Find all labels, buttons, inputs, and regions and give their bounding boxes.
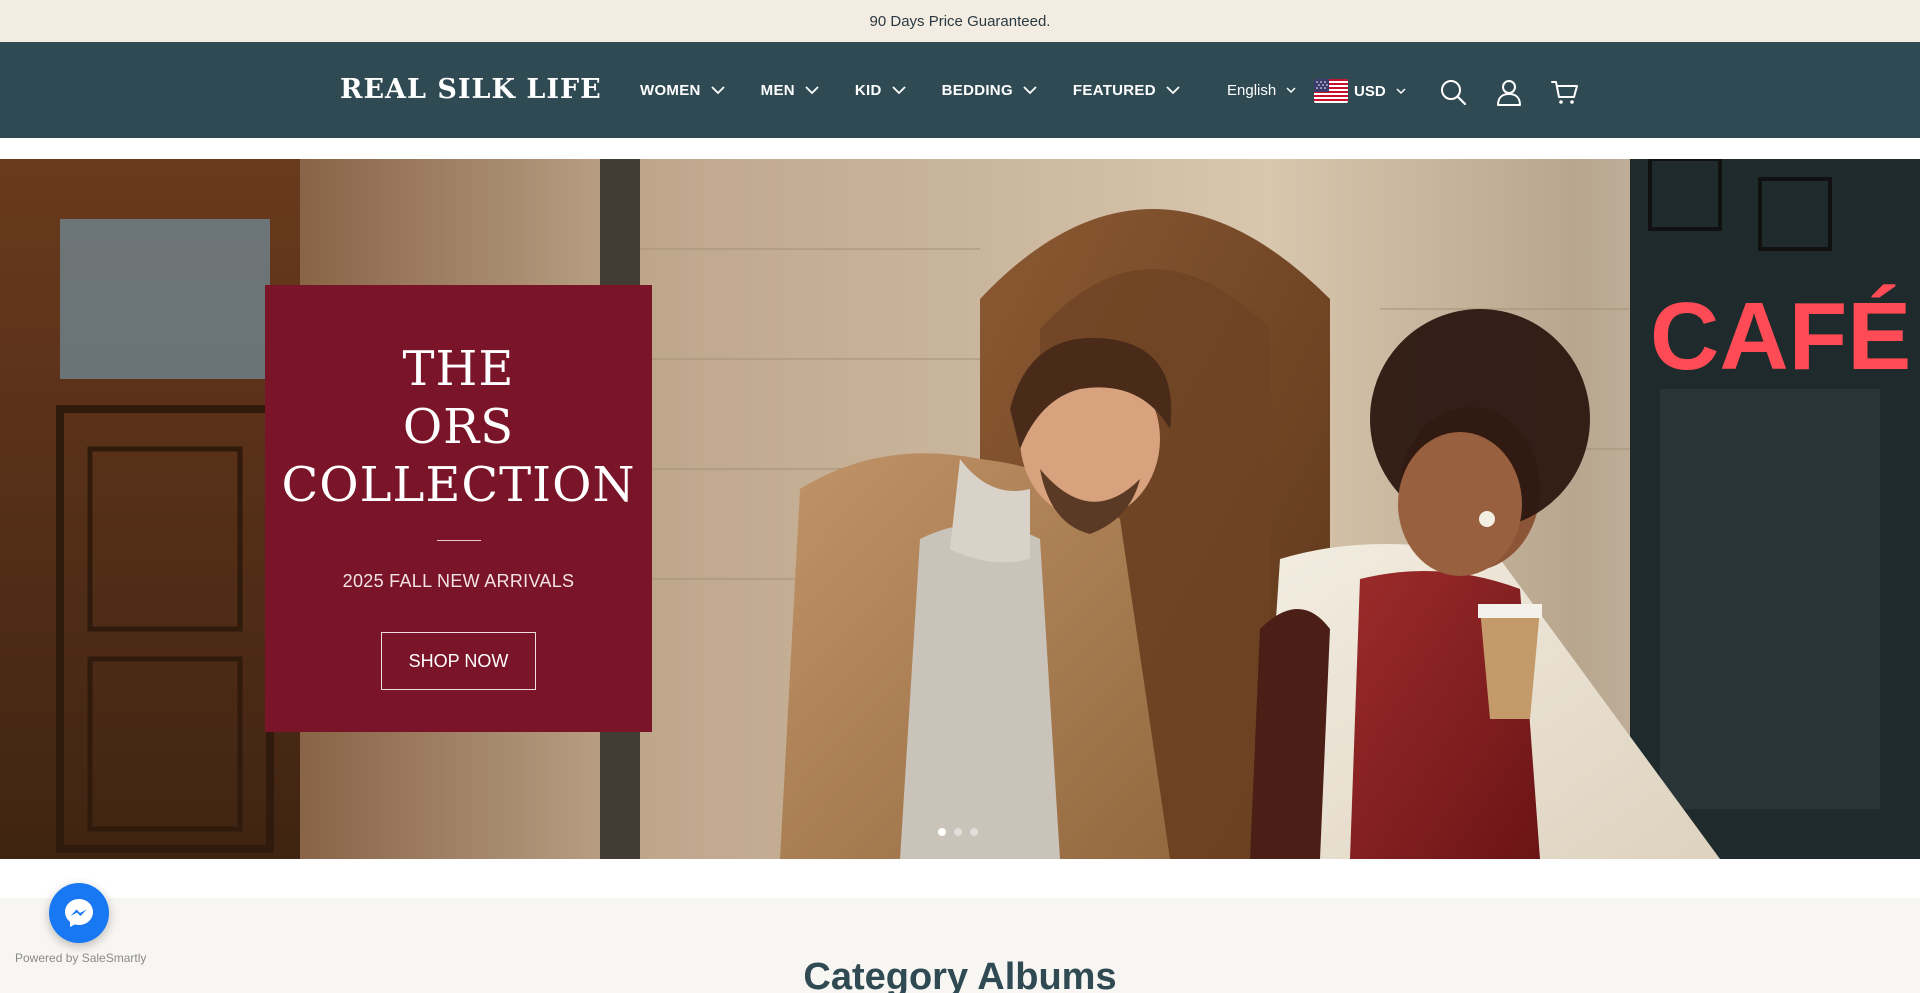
currency-selector[interactable]: USD	[1314, 79, 1406, 103]
messenger-chat-button[interactable]	[49, 883, 109, 943]
promo-title-line: ORS	[402, 399, 515, 455]
nav-item-label: KID	[854, 82, 882, 99]
language-selector[interactable]: English	[1227, 82, 1296, 99]
slide-dot[interactable]	[954, 828, 962, 836]
nav-item-bedding[interactable]: BEDDING	[942, 82, 1037, 99]
promo-title: THE ORS COLLECTION	[265, 340, 652, 514]
slide-dot[interactable]	[938, 828, 946, 836]
slide-dot[interactable]	[970, 828, 978, 836]
nav-item-label: FEATURED	[1072, 82, 1156, 99]
messenger-icon	[65, 899, 93, 927]
nav-item-label: BEDDING	[941, 82, 1013, 99]
nav-item-women[interactable]: WOMEN	[640, 82, 725, 99]
chevron-down-icon	[1286, 87, 1296, 94]
category-albums-section: Category Albums	[0, 898, 1920, 993]
site-header: REAL SILK LIFE WOMEN MEN KID BEDDING FEA…	[0, 42, 1920, 138]
shop-now-button[interactable]: SHOP NOW	[381, 632, 536, 690]
nav-item-label: MEN	[760, 82, 795, 99]
powered-by-label: Powered by SaleSmartly	[15, 951, 147, 965]
section-title: Category Albums	[803, 956, 1117, 993]
nav-item-kid[interactable]: KID	[855, 82, 906, 99]
chevron-down-icon	[1166, 86, 1180, 95]
promo-subtitle: 2025 FALL NEW ARRIVALS	[342, 571, 575, 591]
language-label: English	[1227, 82, 1277, 99]
search-icon[interactable]	[1439, 78, 1467, 106]
chevron-down-icon	[1396, 87, 1406, 94]
chevron-down-icon	[892, 86, 906, 95]
nav-item-men[interactable]: MEN	[761, 82, 819, 99]
currency-label: USD	[1354, 82, 1386, 100]
us-flag-icon	[1314, 79, 1348, 103]
chevron-down-icon	[805, 86, 819, 95]
cart-icon[interactable]	[1551, 78, 1579, 106]
promo-card: THE ORS COLLECTION 2025 FALL NEW ARRIVAL…	[265, 285, 652, 732]
nav-item-featured[interactable]: FEATURED	[1073, 82, 1180, 99]
main-nav: WOMEN MEN KID BEDDING FEATURED	[640, 82, 1180, 99]
promo-title-line: THE	[402, 341, 515, 397]
site-logo[interactable]: REAL SILK LIFE	[340, 74, 602, 105]
cafe-sign: CAFÉ	[1650, 283, 1911, 390]
hero-banner[interactable]: CAFÉ THE ORS COLLECTION 2025 FALL NEW AR…	[0, 159, 1920, 859]
announcement-text: 90 Days Price Guaranteed.	[869, 12, 1051, 30]
slide-indicators	[938, 828, 978, 836]
nav-item-label: WOMEN	[640, 82, 701, 99]
announcement-bar: 90 Days Price Guaranteed.	[0, 0, 1920, 42]
chevron-down-icon	[711, 86, 725, 95]
promo-divider	[437, 540, 481, 541]
promo-title-line: COLLECTION	[281, 457, 636, 513]
chevron-down-icon	[1023, 86, 1037, 95]
account-icon[interactable]	[1495, 78, 1523, 106]
